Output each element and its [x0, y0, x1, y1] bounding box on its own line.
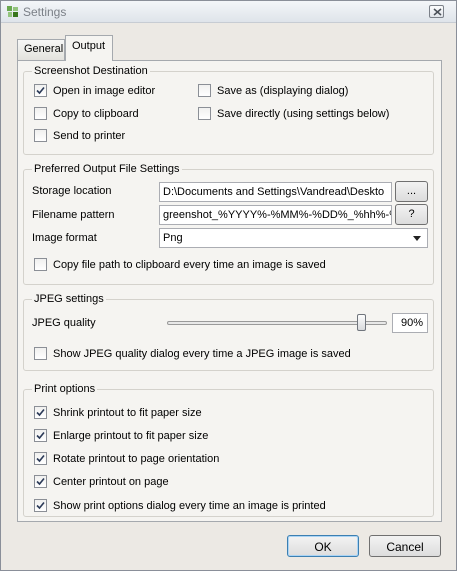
shrink-printout-checkbox[interactable]: [34, 406, 47, 419]
chevron-down-icon: [413, 236, 421, 241]
save-as-option[interactable]: Save as (displaying dialog): [198, 84, 348, 97]
checkmark-icon: [36, 86, 45, 95]
print-dialog-label: Show print options dialog every time an …: [53, 499, 326, 512]
save-as-checkbox[interactable]: [198, 84, 211, 97]
output-file-settings-title: Preferred Output File Settings: [32, 163, 182, 175]
center-printout-option[interactable]: Center printout on page: [34, 475, 169, 488]
window-title: Settings: [23, 5, 67, 19]
open-in-editor-checkbox[interactable]: [34, 84, 47, 97]
pattern-help-button[interactable]: ?: [395, 204, 428, 225]
save-directly-checkbox[interactable]: [198, 107, 211, 120]
image-format-value: Png: [163, 232, 183, 244]
copy-path-checkbox[interactable]: [34, 258, 47, 271]
copy-path-option[interactable]: Copy file path to clipboard every time a…: [34, 258, 326, 271]
settings-window: Settings General Output Screenshot Desti…: [0, 0, 457, 571]
checkmark-icon: [36, 454, 45, 463]
ok-button[interactable]: OK: [287, 535, 359, 557]
title-bar: Settings: [1, 1, 456, 23]
open-in-editor-label: Open in image editor: [53, 84, 156, 97]
checkmark-icon: [36, 431, 45, 440]
jpeg-quality-value[interactable]: 90%: [392, 313, 428, 333]
center-printout-checkbox[interactable]: [34, 475, 47, 488]
rotate-printout-label: Rotate printout to page orientation: [53, 452, 220, 465]
image-format-select[interactable]: Png: [159, 228, 428, 248]
jpeg-quality-label: JPEG quality: [32, 317, 96, 329]
send-to-printer-option[interactable]: Send to printer: [34, 129, 125, 142]
save-as-label: Save as (displaying dialog): [217, 84, 349, 97]
close-icon: [433, 8, 442, 16]
enlarge-printout-label: Enlarge printout to fit paper size: [53, 429, 209, 442]
copy-to-clipboard-label: Copy to clipboard: [53, 107, 139, 120]
center-printout-label: Center printout on page: [53, 475, 169, 488]
save-directly-option[interactable]: Save directly (using settings below): [198, 107, 389, 120]
tab-output-label: Output: [72, 40, 106, 52]
enlarge-printout-checkbox[interactable]: [34, 429, 47, 442]
jpeg-dialog-label: Show JPEG quality dialog every time a JP…: [53, 347, 351, 360]
image-format-label: Image format: [32, 232, 97, 244]
jpeg-settings-group: [23, 299, 434, 371]
jpeg-settings-title: JPEG settings: [32, 293, 106, 305]
print-dialog-option[interactable]: Show print options dialog every time an …: [34, 499, 326, 512]
rotate-printout-checkbox[interactable]: [34, 452, 47, 465]
checkmark-icon: [36, 408, 45, 417]
filename-pattern-label: Filename pattern: [32, 209, 115, 221]
tab-output[interactable]: Output: [65, 35, 113, 61]
enlarge-printout-option[interactable]: Enlarge printout to fit paper size: [34, 429, 208, 442]
cancel-button[interactable]: Cancel: [369, 535, 441, 557]
print-dialog-checkbox[interactable]: [34, 499, 47, 512]
send-to-printer-checkbox[interactable]: [34, 129, 47, 142]
save-directly-label: Save directly (using settings below): [217, 107, 390, 120]
storage-location-label: Storage location: [32, 185, 112, 197]
open-in-editor-option[interactable]: Open in image editor: [34, 84, 155, 97]
tab-general[interactable]: General: [17, 39, 65, 60]
rotate-printout-option[interactable]: Rotate printout to page orientation: [34, 452, 219, 465]
storage-location-input[interactable]: D:\Documents and Settings\Vandread\Deskt…: [159, 182, 392, 202]
send-to-printer-label: Send to printer: [53, 129, 126, 142]
copy-to-clipboard-checkbox[interactable]: [34, 107, 47, 120]
filename-pattern-input[interactable]: greenshot_%YYYY%-%MM%-%DD%_%hh%-%m: [159, 205, 392, 225]
jpeg-quality-slider-track[interactable]: [167, 321, 387, 325]
shrink-printout-option[interactable]: Shrink printout to fit paper size: [34, 406, 202, 419]
copy-to-clipboard-option[interactable]: Copy to clipboard: [34, 107, 139, 120]
copy-path-label: Copy file path to clipboard every time a…: [53, 258, 326, 271]
greenshot-app-icon: [7, 6, 19, 18]
jpeg-dialog-checkbox[interactable]: [34, 347, 47, 360]
browse-button[interactable]: ...: [395, 181, 428, 202]
close-button[interactable]: [429, 5, 444, 18]
checkmark-icon: [36, 477, 45, 486]
checkmark-icon: [36, 501, 45, 510]
jpeg-quality-slider-thumb[interactable]: [356, 314, 366, 331]
print-options-title: Print options: [32, 383, 98, 395]
shrink-printout-label: Shrink printout to fit paper size: [53, 406, 202, 419]
tab-general-label: General: [24, 43, 64, 55]
screenshot-destination-title: Screenshot Destination: [32, 65, 150, 77]
jpeg-dialog-option[interactable]: Show JPEG quality dialog every time a JP…: [34, 347, 351, 360]
